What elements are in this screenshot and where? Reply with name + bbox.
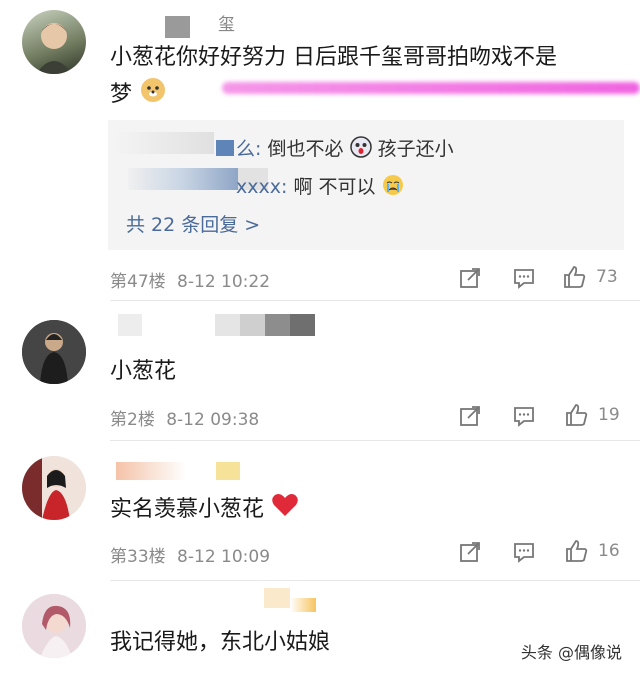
username-blur	[215, 314, 315, 336]
like-icon[interactable]	[562, 264, 588, 290]
reply-username-blur	[216, 140, 234, 156]
comment-text-content: 实名羡慕小葱花	[110, 497, 265, 522]
reply-user[interactable]: xxxx:	[236, 176, 287, 198]
avatar[interactable]	[22, 456, 86, 520]
heart-emoji	[271, 492, 299, 528]
comment-text-cont: 梦	[110, 82, 133, 107]
reply-username-blur	[114, 132, 214, 154]
reply-text-cont: 孩子还小	[377, 138, 454, 160]
reply-box[interactable]: 么: 倒也不必 孩子还小 xxxx: 啊 不可以 共 22 条回复 >	[108, 120, 624, 250]
username-blur	[165, 16, 190, 38]
comment-3: 实名羡慕小葱花 第33楼 8-12 10:09 16	[0, 440, 640, 581]
avatar-image	[22, 456, 86, 520]
comment-text-line2: 梦	[110, 76, 167, 114]
reply-2: xxxx: 啊 不可以	[236, 172, 404, 201]
timestamp: 8-12 09:38	[166, 410, 260, 430]
timestamp: 8-12 10:22	[177, 272, 271, 292]
reply-1: 么: 倒也不必 孩子还小	[236, 134, 454, 163]
comment-icon[interactable]	[512, 266, 538, 292]
avatar[interactable]	[22, 594, 86, 658]
share-icon[interactable]	[458, 404, 484, 430]
scared-emoji	[349, 136, 372, 163]
comment-text: 实名羡慕小葱花	[110, 492, 299, 528]
like-count: 16	[598, 541, 620, 561]
share-icon[interactable]	[458, 266, 484, 292]
floor-number: 第2楼	[110, 410, 155, 430]
crying-emoji	[382, 174, 404, 201]
reply-user[interactable]: 么:	[236, 138, 261, 160]
reply-text: 倒也不必	[267, 138, 344, 160]
reply-username-blur	[128, 168, 238, 190]
comment-meta: 第33楼 8-12 10:09	[110, 542, 270, 567]
floor-number: 第47楼	[110, 272, 166, 292]
floor-number: 第33楼	[110, 547, 166, 567]
like-icon[interactable]	[564, 402, 590, 428]
reply-text: 啊 不可以	[293, 176, 376, 198]
comment-meta: 第2楼 8-12 09:38	[110, 405, 259, 430]
comment-text: 我记得她，东北小姑娘	[110, 630, 331, 655]
timestamp: 8-12 10:09	[177, 547, 271, 567]
watermark: 头条 @偶像说	[520, 643, 622, 662]
avatar[interactable]	[22, 320, 86, 384]
comment-1: 玺 小葱花你好好努力 日后跟千玺哥哥拍吻戏不是 梦 么: 倒也不必 孩子还小 x…	[0, 0, 640, 301]
avatar-image	[36, 23, 72, 74]
share-icon[interactable]	[458, 540, 484, 566]
like-count: 73	[596, 267, 618, 287]
comment-text: 小葱花	[110, 359, 177, 384]
comment-icon[interactable]	[512, 404, 538, 430]
comment-meta: 第47楼 8-12 10:22	[110, 267, 270, 292]
avatar[interactable]	[22, 10, 86, 74]
comment-icon[interactable]	[512, 540, 538, 566]
comment-2: 小葱花 第2楼 8-12 09:38 19	[0, 300, 640, 441]
doge-emoji	[139, 76, 167, 114]
avatar-image	[22, 594, 86, 658]
highlight-stroke	[222, 82, 640, 94]
like-icon[interactable]	[564, 538, 590, 564]
username-blur	[116, 462, 186, 480]
comment-text: 小葱花你好好努力 日后跟千玺哥哥拍吻戏不是	[110, 45, 557, 70]
username-blur	[118, 314, 142, 336]
username-blur	[290, 598, 316, 612]
like-count: 19	[598, 405, 620, 425]
username-blur	[216, 462, 240, 480]
username[interactable]: 玺	[218, 10, 235, 35]
avatar-image	[22, 320, 86, 384]
username-blur	[264, 588, 290, 608]
more-replies-link[interactable]: 共 22 条回复 >	[126, 210, 260, 237]
